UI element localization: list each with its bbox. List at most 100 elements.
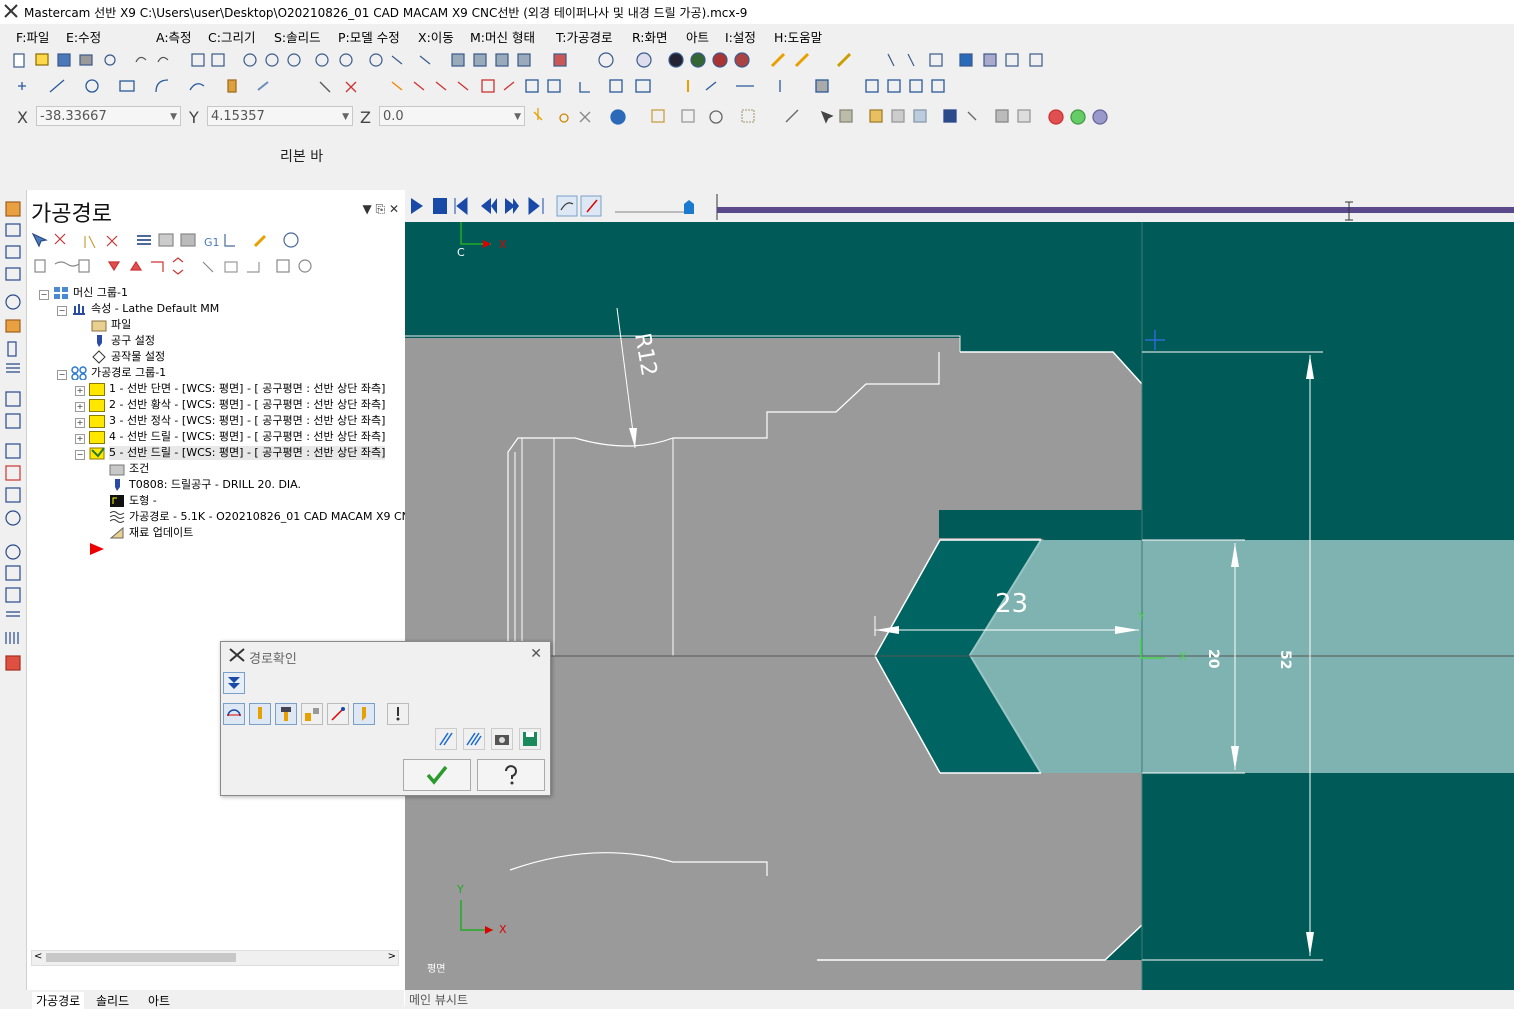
x-coordinate-value: -38.33667	[40, 109, 107, 124]
z-coordinate-field[interactable]: 0.0 ▼	[379, 106, 525, 126]
autocursor-toolbar-icons[interactable]	[530, 104, 1130, 130]
scroll-right-icon[interactable]: >	[388, 951, 396, 962]
tree-op5-geometry[interactable]: 도형 -	[129, 494, 157, 508]
menu-file[interactable]: F:파일	[16, 27, 49, 46]
toolpath-manager-panel: 가공경로 ▼ ⎘ ✕ G1 − 머신 그룹-1 − 속성 - Lathe Def…	[26, 190, 428, 1006]
trace-mode-button	[556, 195, 578, 217]
expander-op-5[interactable]: −	[75, 450, 85, 460]
tree-horizontal-scrollbar[interactable]: < >	[31, 950, 399, 966]
viewport-drawing[interactable]: R12 23 20 52 X Y X C X Y 평면	[405, 190, 1514, 990]
holder-icon	[281, 707, 291, 721]
tree-operation-1[interactable]: 1 - 선반 단면 - [WCS: 평면] - [ 공구평면 : 선반 상단 좌…	[109, 382, 385, 396]
x-coordinate-field[interactable]: -38.33667 ▼	[36, 106, 181, 126]
toolbar-sketch	[0, 74, 1514, 98]
y-label: Y	[189, 108, 199, 127]
rapid-display-button[interactable]	[327, 703, 349, 725]
tab-toolpaths[interactable]: 가공경로	[32, 992, 85, 1009]
help-button[interactable]	[477, 759, 545, 791]
tool-display-button[interactable]	[249, 703, 271, 725]
menu-analyze[interactable]: A:측정	[156, 27, 192, 46]
tree-properties[interactable]: 속성 - Lathe Default MM	[91, 302, 219, 316]
svg-text:G1: G1	[204, 236, 220, 249]
verify-option-2-button[interactable]	[463, 728, 485, 750]
tab-solids[interactable]: 솔리드	[96, 992, 129, 1009]
left-toolbar-icons[interactable]	[0, 190, 26, 690]
holder-display-button[interactable]	[275, 703, 297, 725]
playbar-controls[interactable]	[405, 190, 1514, 222]
ok-button[interactable]	[403, 759, 471, 791]
menu-screen[interactable]: R:화면	[632, 27, 668, 46]
top-axis-x-label: X	[499, 238, 507, 251]
stock-settings-icon	[92, 350, 106, 364]
menu-settings[interactable]: I:설정	[725, 27, 756, 46]
bottom-axis-x-label: X	[499, 923, 507, 936]
hatch-icon	[439, 732, 453, 746]
tree-toolpath-group[interactable]: 가공경로 그룹-1	[91, 366, 166, 380]
tree-machine-group[interactable]: 머신 그룹-1	[73, 286, 128, 300]
menu-help[interactable]: H:도움말	[774, 27, 822, 46]
tree-op5-tool[interactable]: T0808: 드릴공구 - DRILL 20. DIA.	[129, 478, 301, 492]
top-axis-c-label: C	[457, 246, 465, 259]
z-label: Z	[360, 108, 371, 127]
menu-model-prep[interactable]: P:모델 수정	[338, 27, 400, 46]
title-bar: Mastercam 선반 X9 C:\Users\user\Desktop\O2…	[0, 0, 1514, 24]
toolpath-display-button[interactable]	[223, 703, 245, 725]
menu-edit[interactable]: E:수정	[66, 27, 101, 46]
ribbon-bar-label: 리본 바	[280, 149, 324, 165]
expander-op-3[interactable]: +	[75, 418, 85, 428]
insert-arrow-icon[interactable]	[89, 542, 105, 556]
window-title: Mastercam 선반 X9 C:\Users\user\Desktop\O2…	[24, 6, 748, 20]
toolbar-sketch-icons[interactable]	[0, 74, 1514, 98]
tool-insert-button[interactable]	[353, 703, 375, 725]
screenshot-button[interactable]	[491, 728, 513, 750]
expander-machine-group[interactable]: −	[39, 290, 49, 300]
tree-operation-3[interactable]: 3 - 선반 정삭 - [WCS: 평면] - [ 공구평면 : 선반 상단 좌…	[109, 414, 385, 428]
origin-x-label: X	[1179, 650, 1187, 663]
expander-op-2[interactable]: +	[75, 402, 85, 412]
verify-option-1-button[interactable]	[435, 728, 457, 750]
tree-stock-settings[interactable]: 공작물 설정	[111, 350, 165, 364]
op-5-folder-open-icon	[89, 447, 105, 460]
quick-verify-button[interactable]	[301, 703, 323, 725]
y-dropdown-icon[interactable]: ▼	[342, 107, 349, 127]
expander-op-4[interactable]: +	[75, 434, 85, 444]
scroll-left-icon[interactable]: <	[34, 951, 42, 962]
x-dropdown-icon[interactable]: ▼	[170, 107, 177, 127]
z-dropdown-icon[interactable]: ▼	[514, 107, 521, 127]
tree-op5-toolpath[interactable]: 가공경로 - 5.1K - O20210826_01 CAD MACAM X9 …	[129, 510, 428, 524]
tree-files[interactable]: 파일	[111, 318, 131, 332]
scrollbar-thumb[interactable]	[46, 953, 236, 962]
toolpath-manager-toolbar-icons[interactable]: G1	[27, 228, 405, 282]
op-3-folder-icon	[89, 415, 105, 428]
menu-solids[interactable]: S:솔리드	[274, 27, 321, 46]
graphics-viewport[interactable]: R12 23 20 52 X Y X C X Y 평면	[405, 190, 1514, 990]
save-button[interactable]	[519, 728, 541, 750]
menu-xform[interactable]: X:이동	[418, 27, 454, 46]
panel-controls[interactable]: ▼ ⎘ ✕	[362, 202, 399, 217]
y-coordinate-field[interactable]: 4.15357 ▼	[207, 106, 353, 126]
tree-operation-4[interactable]: 4 - 선반 드릴 - [WCS: 평면] - [ 공구평면 : 선반 상단 좌…	[109, 430, 385, 444]
tree-op5-params[interactable]: 조건	[129, 462, 149, 476]
geometry-icon	[110, 495, 124, 507]
dim-20-label: 20	[1205, 649, 1221, 669]
tab-art[interactable]: 아트	[148, 992, 170, 1009]
toolbar-standard	[0, 48, 1514, 72]
tree-operation-5[interactable]: 5 - 선반 드릴 - [WCS: 평면] - [ 공구평면 : 선반 상단 좌…	[109, 446, 386, 460]
menu-create[interactable]: C:그리기	[208, 27, 255, 46]
step-back-icon	[481, 198, 497, 214]
expander-toolpath-group[interactable]: −	[57, 370, 67, 380]
menu-toolpaths[interactable]: T:가공경로	[556, 27, 612, 46]
dialog-close-icon[interactable]: ✕	[530, 646, 542, 662]
expander-properties[interactable]: −	[57, 306, 67, 316]
tree-tool-settings[interactable]: 공구 설정	[111, 334, 155, 348]
collapse-button[interactable]	[223, 672, 245, 694]
viewsheet-tab-main[interactable]: 메인 뷰시트	[409, 991, 468, 1008]
tree-op5-stock-update[interactable]: 재료 업데이트	[129, 526, 193, 540]
toolbar-standard-icons[interactable]	[0, 48, 1514, 72]
menu-machine-type[interactable]: M:머신 형태	[470, 27, 535, 46]
tree-operation-2[interactable]: 2 - 선반 황삭 - [WCS: 평면] - [ 공구평면 : 선반 상단 좌…	[109, 398, 385, 412]
info-button[interactable]	[387, 703, 409, 725]
expander-op-1[interactable]: +	[75, 386, 85, 396]
menu-art[interactable]: 아트	[686, 27, 709, 46]
rapid-icon	[331, 707, 345, 721]
